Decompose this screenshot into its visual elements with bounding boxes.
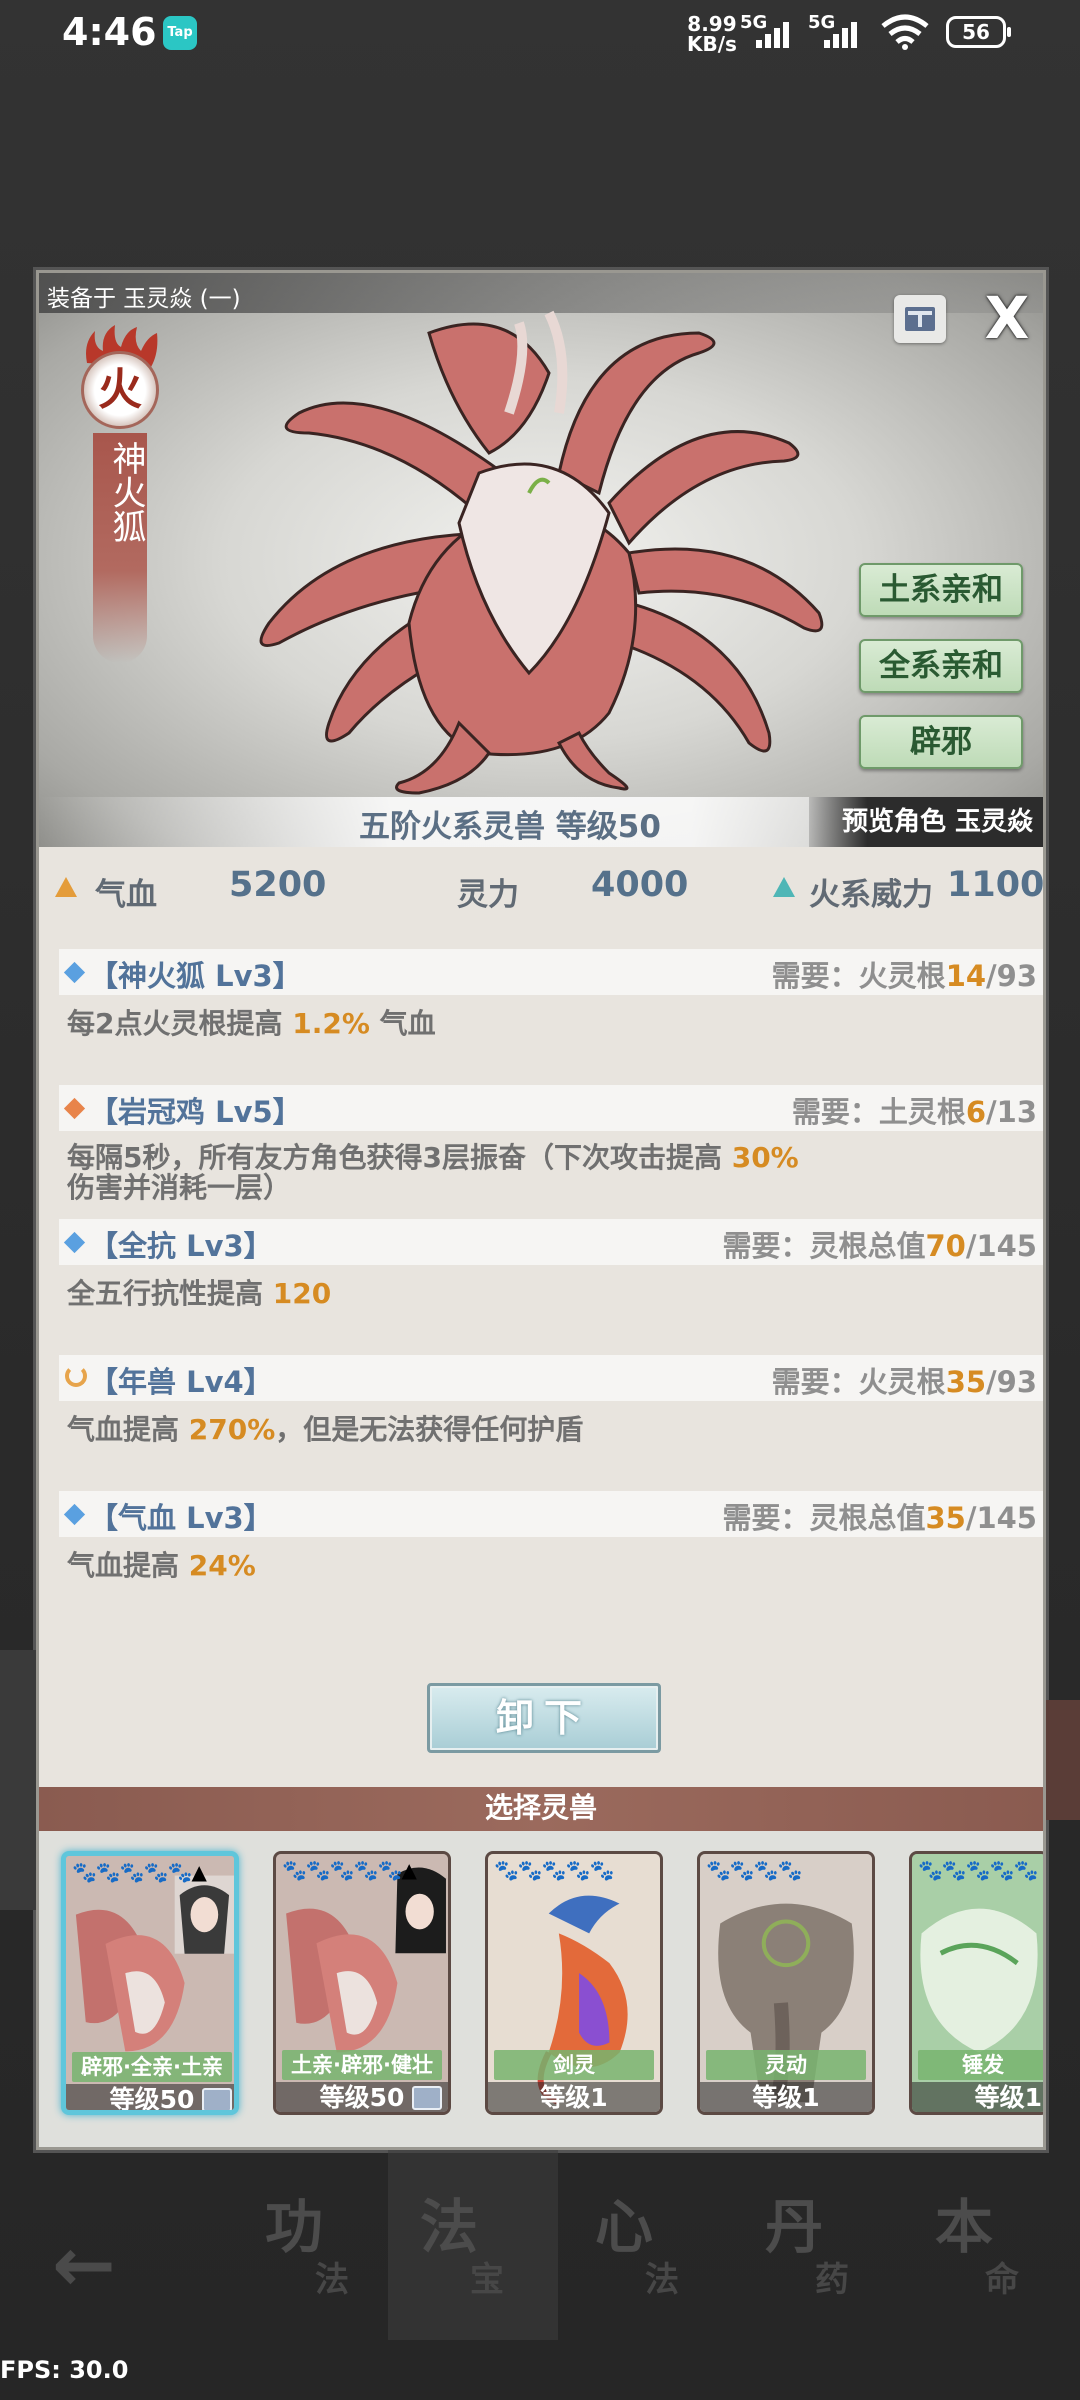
beast-card[interactable]: 🐾🐾🐾🐾🐾 锤发 等级1 (909, 1851, 1043, 2115)
nav-item-treasure[interactable]: 法 宝 (410, 2180, 530, 2320)
status-time: 4:46 (62, 10, 157, 54)
fire-triangle-icon (773, 877, 795, 897)
card-trait-tag: 锤发 (918, 2050, 1043, 2080)
card-level: 等级1 (912, 2082, 1043, 2112)
signal-bars-icon (824, 18, 866, 48)
book-icon (412, 2086, 442, 2110)
affinity-ward-button[interactable]: 辟邪 (859, 715, 1023, 769)
select-beast-header: 选择灵兽 (39, 1787, 1043, 1831)
card-trait-tag: 灵动 (706, 2050, 866, 2080)
skill-requirement: 需要：灵根总值35/145 (722, 1501, 1037, 1535)
diamond-icon (63, 1503, 86, 1526)
diamond-icon (63, 1097, 86, 1120)
fire-power-value: 1100 (947, 865, 1045, 905)
diamond-icon (63, 961, 86, 984)
skill-requirement: 需要：火灵根14/93 (771, 959, 1037, 993)
swirl-icon (65, 1365, 87, 1387)
wifi-icon (881, 14, 929, 50)
fire-power-label: 火系威力 (809, 877, 933, 913)
skill-description: 气血提高 24% (67, 1549, 256, 1582)
skill-description: 每2点火灵根提高 1.2% 气血 (67, 1007, 436, 1040)
background-edge (1046, 1700, 1080, 1820)
card-stars: 🐾🐾🐾🐾 (706, 1858, 803, 1882)
back-arrow-icon[interactable]: ← (52, 2220, 116, 2309)
beast-name: 神火狐 (106, 441, 146, 543)
beast-card[interactable]: 🐾🐾🐾🐾 灵动 等级1 (697, 1851, 875, 2115)
skill-title: 【气血 Lv3】 (89, 1501, 273, 1535)
book-icon (905, 307, 935, 331)
card-trait-tag: 辟邪·全亲·土亲 (72, 2052, 232, 2082)
nine-tailed-fox-illustration (259, 310, 824, 795)
spirit-label: 灵力 (457, 877, 519, 913)
fire-element-icon: 火 (81, 351, 159, 429)
nav-item-pills[interactable]: 丹 药 (755, 2180, 875, 2320)
beast-hero-area: 装备于 玉灵焱 (一) X 火 神火狐 土系亲和 全系亲和 辟邪 五阶火系灵兽 … (39, 273, 1043, 847)
affinity-all-button[interactable]: 全系亲和 (859, 639, 1023, 693)
skill-description: 每隔5秒，所有友方角色获得3层振奋（下次攻击提高 30% 伤害并消耗一层） (67, 1141, 799, 1204)
signal-bars-icon (756, 18, 798, 48)
card-stars: 🐾🐾🐾🐾🐾 (918, 1858, 1039, 1882)
skill-description: 气血提高 270%，但是无法获得任何护盾 (67, 1413, 584, 1446)
nav-item-destiny[interactable]: 本 命 (925, 2180, 1045, 2320)
beast-card[interactable]: 🐾🐾🐾🐾🐾▲ 土亲·辟邪·健壮 等级50 (273, 1851, 451, 2115)
card-trait-tag: 土亲·辟邪·健壮 (282, 2050, 442, 2080)
card-stars: 🐾🐾🐾🐾🐾 (494, 1858, 615, 1882)
book-icon (202, 2088, 232, 2110)
bottom-navigation: ← 功 法 法 宝 心 法 丹 药 本 命 (0, 2150, 1080, 2340)
status-bar: 4:46 Tap 8.99 KB/s 5G 5G 56 (0, 0, 1080, 64)
skill-header: 【年兽 Lv4】 需要：火灵根35/93 (59, 1355, 1043, 1401)
skill-header: 【气血 Lv3】 需要：灵根总值35/145 (59, 1491, 1043, 1537)
fps-counter: FPS: 30.0 (0, 2356, 129, 2384)
stats-row: 气血 5200 灵力 4000 火系威力 1100 (39, 849, 1043, 929)
card-trait-tag: 剑灵 (494, 2050, 654, 2080)
unequip-button[interactable]: 卸下 (427, 1683, 661, 1753)
nav-item-skills[interactable]: 功 法 (255, 2180, 375, 2320)
battery-icon: 56 (946, 16, 1011, 48)
card-stars: 🐾🐾🐾🐾🐾▲ (72, 1860, 207, 1884)
equipped-label: 装备于 玉灵焱 (一) (47, 286, 241, 312)
tier-level-text: 五阶火系灵兽 等级50 (359, 809, 661, 845)
card-level: 等级1 (488, 2082, 660, 2112)
skill-requirement: 需要：灵根总值70/145 (722, 1229, 1037, 1263)
skill-description: 全五行抗性提高 120 (67, 1277, 332, 1310)
preview-role-label[interactable]: 预览角色 玉灵焱 (809, 797, 1043, 847)
skill-requirement: 需要：土灵根6/13 (791, 1095, 1037, 1129)
skill-requirement: 需要：火灵根35/93 (771, 1365, 1037, 1399)
tap-app-icon: Tap (163, 16, 197, 50)
affinity-earth-button[interactable]: 土系亲和 (859, 563, 1023, 617)
hp-label: 气血 (95, 877, 157, 913)
card-level: 等级1 (700, 2082, 872, 2112)
spirit-value: 4000 (591, 865, 689, 905)
hp-value: 5200 (229, 865, 327, 905)
beast-card[interactable]: 🐾🐾🐾🐾🐾 剑灵 等级1 (485, 1851, 663, 2115)
skill-header: 【全抗 Lv3】 需要：灵根总值70/145 (59, 1219, 1043, 1265)
skill-title: 【岩冠鸡 Lv5】 (89, 1095, 302, 1129)
info-book-button[interactable] (894, 295, 946, 343)
background-edge (0, 1650, 36, 1910)
hp-triangle-icon (55, 877, 77, 897)
close-button[interactable]: X (977, 289, 1037, 349)
card-stars: 🐾🐾🐾🐾🐾▲ (282, 1858, 417, 1882)
beast-card[interactable]: 🐾🐾🐾🐾🐾▲ 辟邪·全亲·土亲 等级50 (61, 1851, 239, 2115)
skill-title: 【全抗 Lv3】 (89, 1229, 273, 1263)
skill-header: 【岩冠鸡 Lv5】 需要：土灵根6/13 (59, 1085, 1043, 1131)
skill-title: 【神火狐 Lv3】 (89, 959, 302, 993)
beast-detail-dialog: 装备于 玉灵焱 (一) X 火 神火狐 土系亲和 全系亲和 辟邪 五阶火系灵兽 … (36, 270, 1046, 2150)
diamond-icon (63, 1231, 86, 1254)
nav-item-mind[interactable]: 心 法 (585, 2180, 705, 2320)
beast-name-ribbon: 神火狐 (93, 433, 147, 663)
skill-title: 【年兽 Lv4】 (89, 1365, 273, 1399)
app-root: 4:46 Tap 8.99 KB/s 5G 5G 56 装备于 玉灵焱 (一) (0, 0, 1080, 2400)
network-speed: 8.99 KB/s (687, 12, 737, 56)
skill-header: 【神火狐 Lv3】 需要：火灵根14/93 (59, 949, 1043, 995)
